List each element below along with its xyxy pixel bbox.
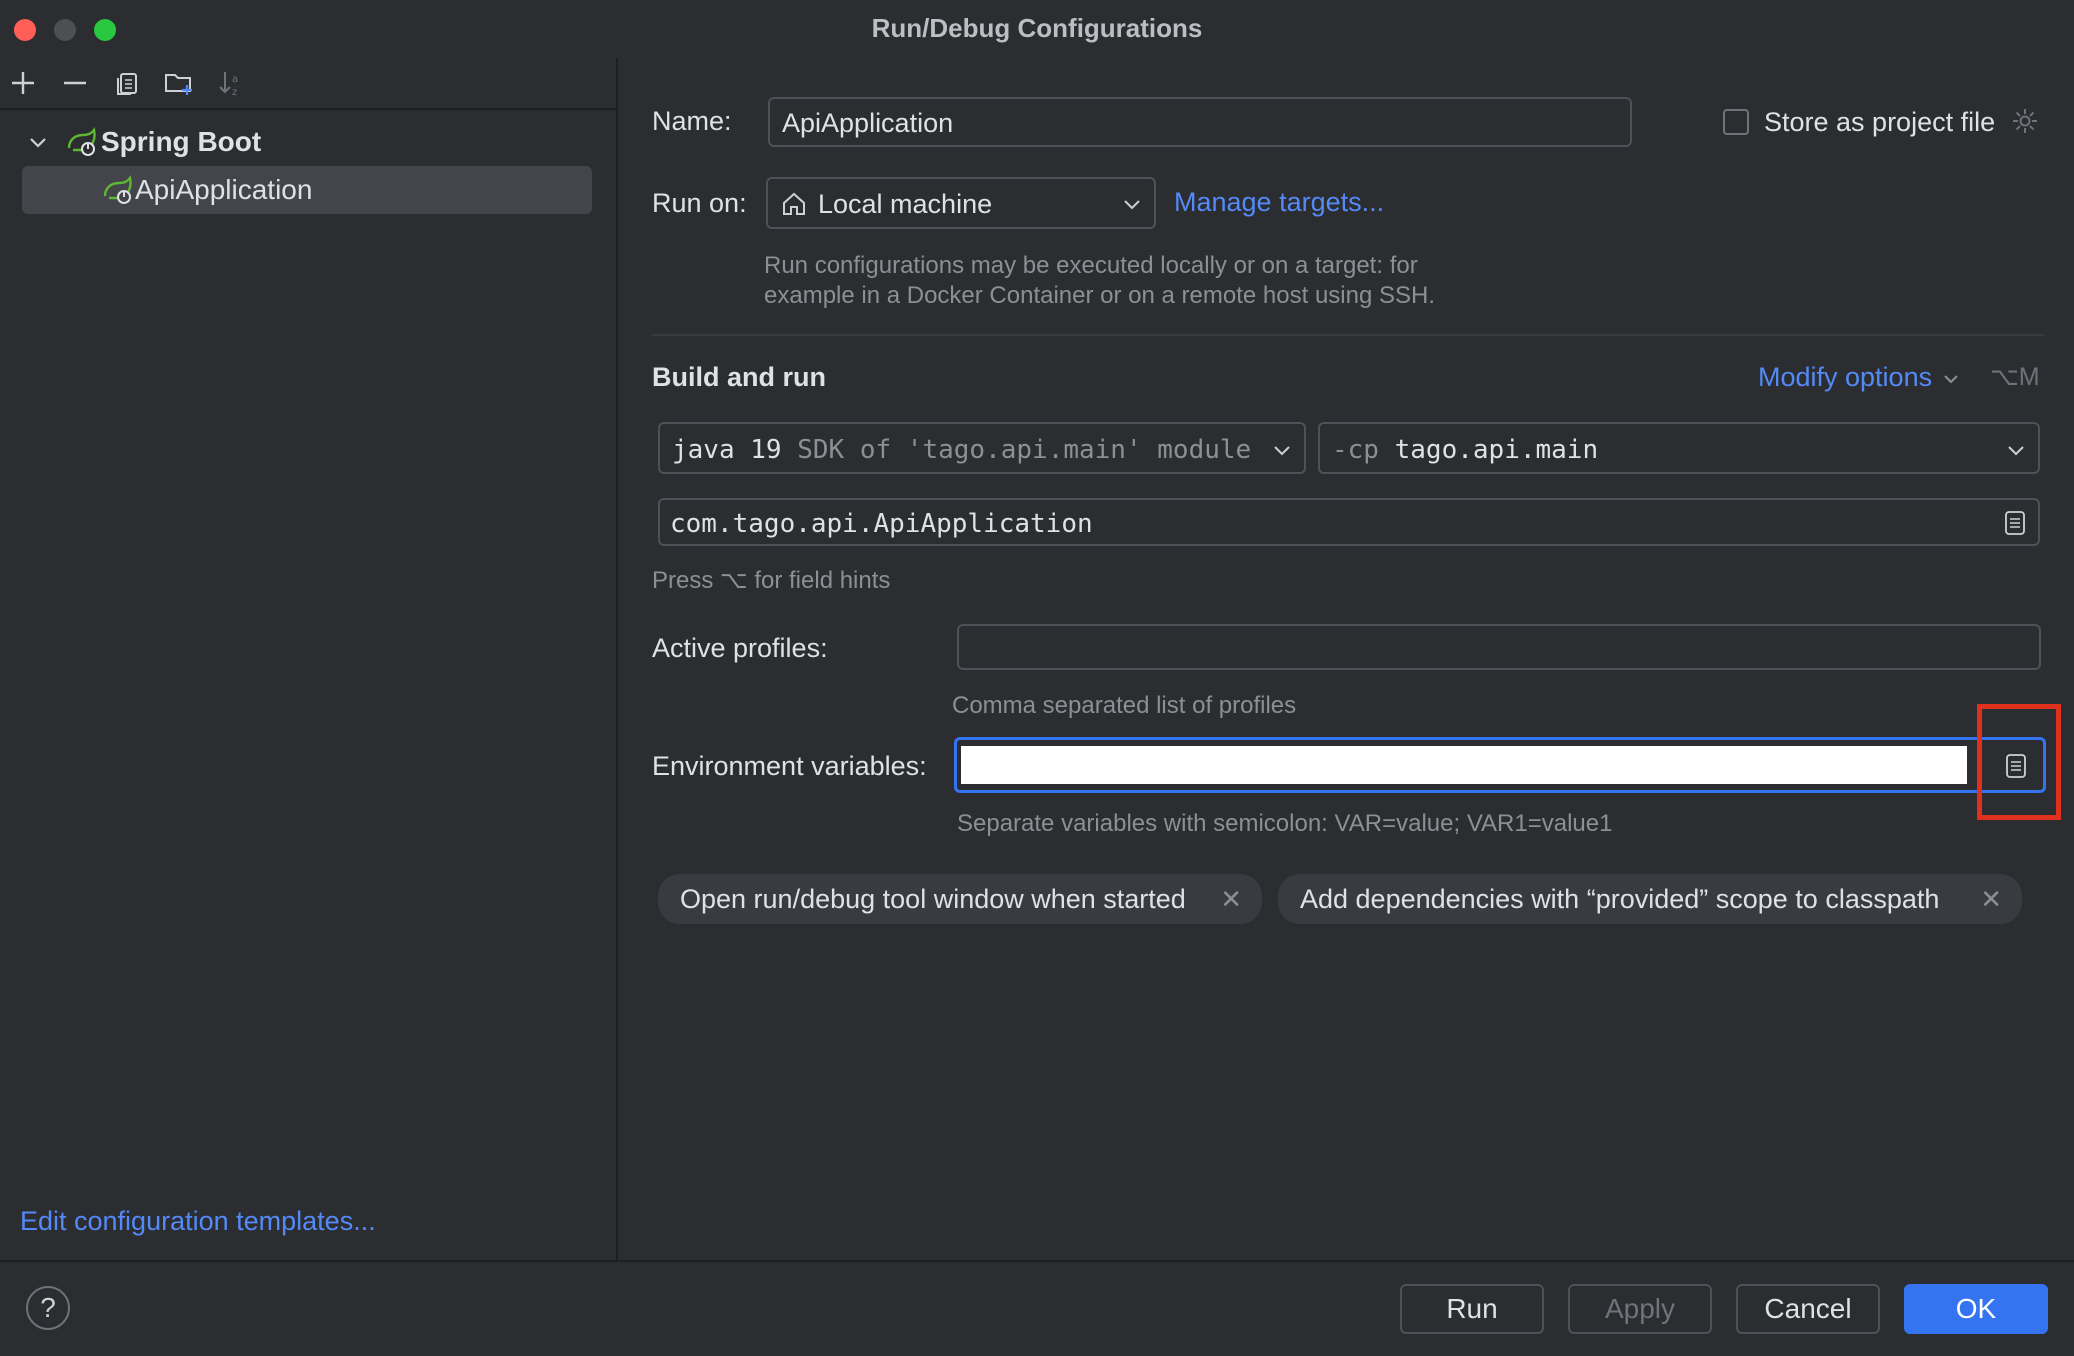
classpath-dropdown[interactable]: -cp tago.api.main — [1318, 422, 2040, 474]
cp-value: tago.api.main — [1394, 435, 1599, 465]
gear-icon[interactable] — [2010, 106, 2040, 136]
active-profiles-label: Active profiles: — [652, 633, 828, 663]
manage-targets-link[interactable]: Manage targets... — [1174, 187, 1384, 218]
home-icon — [780, 190, 808, 218]
run-on-hint-line2: example in a Docker Container or on a re… — [764, 282, 1436, 309]
main-class-value: com.tago.api.ApiApplication — [670, 509, 1093, 539]
copy-icon[interactable] — [110, 68, 144, 102]
jre-dropdown[interactable]: java 19 SDK of 'tago.api.main' module — [658, 422, 1306, 474]
env-vars-hint: Separate variables with semicolon: VAR=v… — [957, 810, 1613, 837]
minus-icon[interactable] — [58, 68, 92, 102]
sort-icon[interactable]: az — [214, 68, 248, 102]
tree-item-label: ApiApplication — [135, 174, 313, 205]
env-vars-field[interactable] — [954, 737, 2046, 793]
cancel-button[interactable]: Cancel — [1736, 1284, 1880, 1334]
tree-group-spring-boot[interactable]: Spring Boot — [101, 126, 261, 158]
svg-text:z: z — [232, 87, 237, 98]
help-icon[interactable]: ? — [26, 1286, 70, 1330]
modify-options-link[interactable]: Modify options — [1758, 362, 1962, 393]
title-bar: Run/Debug Configurations — [0, 0, 2074, 58]
env-vars-value-box — [961, 746, 1967, 784]
main-class-field[interactable]: com.tago.api.ApiApplication — [658, 498, 2040, 546]
env-vars-label: Environment variables: — [652, 751, 927, 781]
svg-text:a: a — [232, 74, 238, 85]
browse-icon[interactable] — [2002, 509, 2028, 537]
chevron-down-icon — [1943, 375, 1958, 384]
spring-boot-icon — [64, 126, 98, 158]
store-project-checkbox[interactable] — [1723, 109, 1749, 135]
chip-label: Open run/debug tool window when started — [680, 884, 1186, 914]
option-chip-provided-scope: Add dependencies with “provided” scope t… — [1278, 874, 2022, 924]
active-profiles-field[interactable] — [957, 624, 2041, 670]
configurations-sidebar — [0, 58, 618, 1260]
store-project-label: Store as project file — [1764, 107, 1996, 137]
cp-prefix: -cp — [1332, 435, 1379, 465]
run-button[interactable]: Run — [1400, 1284, 1544, 1334]
chevron-down-icon — [2004, 438, 2028, 462]
apply-button[interactable]: Apply — [1568, 1284, 1712, 1334]
chevron-down-icon[interactable] — [26, 128, 50, 156]
highlight-box — [1977, 704, 2061, 820]
new-folder-icon[interactable] — [162, 68, 196, 102]
build-run-title: Build and run — [652, 362, 826, 392]
run-on-hint-line1: Run configurations may be executed local… — [764, 252, 1418, 279]
close-icon[interactable]: ✕ — [1980, 874, 2002, 924]
jre-version: java 19 — [672, 435, 782, 465]
name-field[interactable]: ApiApplication — [768, 97, 1632, 147]
ok-button[interactable]: OK — [1904, 1284, 2048, 1334]
jre-detail: SDK of 'tago.api.main' module — [797, 435, 1252, 465]
chip-label: Add dependencies with “provided” scope t… — [1300, 884, 1940, 914]
run-on-dropdown[interactable]: Local machine — [766, 177, 1156, 229]
modify-options-shortcut: ⌥M — [1990, 363, 2040, 391]
spring-boot-run-icon — [100, 174, 134, 206]
modify-options-label: Modify options — [1758, 362, 1933, 392]
name-field-value: ApiApplication — [782, 108, 954, 138]
field-hint: Press ⌥ for field hints — [652, 567, 891, 594]
edit-templates-link[interactable]: Edit configuration templates... — [20, 1206, 376, 1237]
profiles-hint: Comma separated list of profiles — [952, 692, 1297, 719]
run-on-value: Local machine — [818, 189, 993, 219]
plus-icon[interactable] — [6, 68, 40, 102]
section-separator — [652, 334, 2044, 336]
chevron-down-icon — [1270, 438, 1294, 462]
chevron-down-icon — [1120, 192, 1144, 216]
name-label: Name: — [652, 106, 732, 136]
option-chip-open-tool-window: Open run/debug tool window when started … — [658, 874, 1262, 924]
run-on-label: Run on: — [652, 188, 747, 218]
toolbar-separator — [0, 108, 616, 110]
window-title: Run/Debug Configurations — [871, 13, 1203, 43]
close-icon[interactable]: ✕ — [1220, 874, 1242, 924]
